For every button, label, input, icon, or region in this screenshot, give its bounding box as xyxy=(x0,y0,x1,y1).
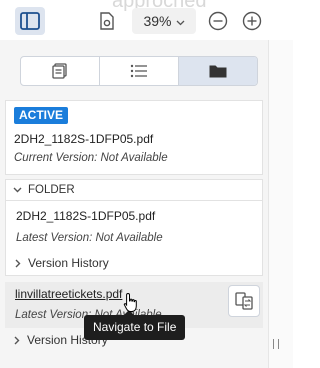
zoom-dropdown[interactable]: 39% xyxy=(132,8,196,34)
chevron-down-icon xyxy=(176,13,185,29)
zoom-out-icon xyxy=(208,11,228,31)
folder-file-version: Latest Version: Not Available xyxy=(16,232,163,244)
active-file-version: Current Version: Not Available xyxy=(14,152,168,164)
navigate-to-file-link[interactable]: linvillatreetickets.pdf xyxy=(15,287,122,301)
folder-file-item[interactable]: 2DH2_1182S-1DFP05.pdf Latest Version: No… xyxy=(5,201,263,276)
chevron-right-icon xyxy=(15,259,21,268)
zoom-in-icon xyxy=(242,11,262,31)
sidebar-toggle-button[interactable] xyxy=(15,7,45,35)
panel-tab-group xyxy=(20,56,258,86)
active-badge: ACTIVE xyxy=(14,107,69,124)
zoom-in-button[interactable] xyxy=(237,7,267,35)
tooltip: Navigate to File xyxy=(84,310,186,340)
panel-splitter[interactable] xyxy=(268,40,293,368)
list-icon xyxy=(130,64,147,78)
tab-folder[interactable] xyxy=(179,57,257,85)
folder-icon xyxy=(209,65,227,78)
resize-grip-icon[interactable] xyxy=(273,339,279,349)
zoom-out-button[interactable] xyxy=(203,7,233,35)
folder-file-name: 2DH2_1182S-1DFP05.pdf xyxy=(16,209,156,223)
page-settings-icon xyxy=(100,12,114,30)
hand-cursor-icon xyxy=(123,292,137,312)
folder-section-label: FOLDER xyxy=(28,184,75,196)
app-frame: approched 39% ACTIVE 2DH2_1182S-1DFP05.p… xyxy=(0,0,293,368)
thumbnails-icon xyxy=(52,63,67,79)
active-file-name: 2DH2_1182S-1DFP05.pdf xyxy=(14,132,154,146)
compare-files-button[interactable] xyxy=(228,285,260,317)
tab-outline-list[interactable] xyxy=(100,57,179,85)
chevron-right-icon xyxy=(14,336,20,345)
version-history-label: Version History xyxy=(28,256,109,270)
top-toolbar: approched 39% xyxy=(0,0,293,41)
compare-files-icon xyxy=(235,292,253,310)
version-history-toggle[interactable]: Version History xyxy=(15,256,109,270)
active-document-card[interactable]: ACTIVE 2DH2_1182S-1DFP05.pdf Current Ver… xyxy=(5,100,263,175)
chevron-down-icon xyxy=(13,187,22,193)
folder-section-header[interactable]: FOLDER xyxy=(5,179,263,201)
zoom-value: 39% xyxy=(143,13,172,29)
page-settings-button[interactable] xyxy=(92,7,122,35)
sidebar-toggle-icon xyxy=(20,12,40,30)
tab-thumbnails[interactable] xyxy=(21,57,100,85)
